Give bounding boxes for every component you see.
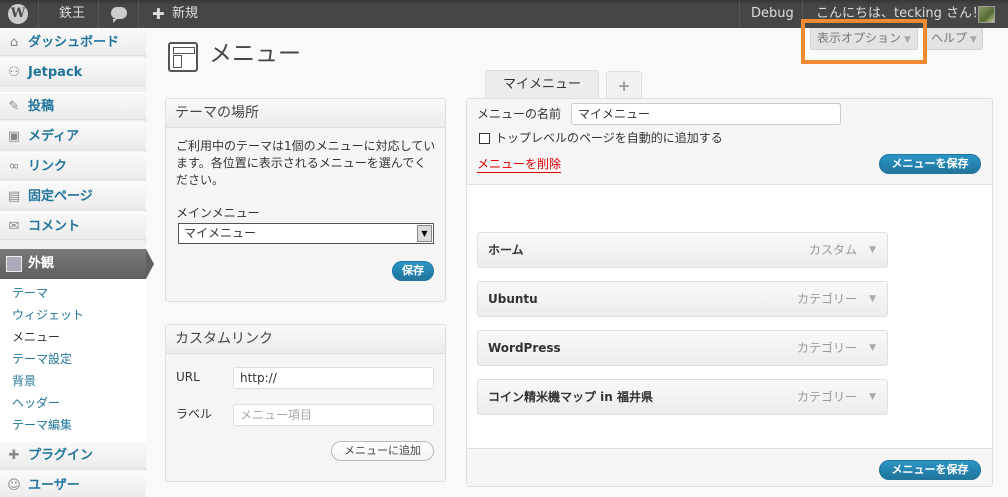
- page-title: メニュー: [209, 41, 301, 67]
- sidebar-item-users[interactable]: ☺ ユーザー: [0, 471, 146, 497]
- sidebar-item-jetpack[interactable]: ⚇ Jetpack: [0, 58, 146, 86]
- menu-item-title: ホーム: [488, 243, 524, 257]
- comment-icon: ✉: [8, 219, 20, 234]
- sidebar-item-label: 外観: [28, 256, 55, 271]
- theme-location-description-3: ださい。: [176, 173, 225, 187]
- site-name-link[interactable]: 鉄王: [59, 0, 85, 28]
- sidebar-item-plugins[interactable]: ✚ プラグイン: [0, 441, 146, 469]
- submenu-item-menus[interactable]: メニュー: [12, 327, 60, 347]
- sidebar-item-label: ユーザー: [28, 478, 80, 493]
- menu-item[interactable]: コイン精米機マップ in 福井県 カテゴリー ▼: [477, 379, 888, 415]
- add-menu-tab[interactable]: +: [606, 71, 642, 100]
- triangle-down-icon[interactable]: ▼: [869, 331, 876, 365]
- theme-location-description-1: ご利用中のテーマは1個のメニューに対応してい: [176, 139, 436, 153]
- appearance-icon: [6, 256, 22, 272]
- user-icon: ☺: [7, 478, 21, 493]
- plus-icon: ✚: [152, 5, 165, 23]
- sidebar-item-label: ダッシュボード: [28, 35, 120, 50]
- link-label-label: ラベル: [176, 407, 213, 421]
- sidebar-item-dashboard[interactable]: ⌂ ダッシュボード: [0, 28, 146, 56]
- wordpress-logo-icon[interactable]: W: [8, 4, 28, 24]
- submenu-item-theme-editor[interactable]: テーマ編集: [12, 415, 72, 435]
- sidebar-item-appearance[interactable]: 外観: [0, 249, 154, 279]
- help-label: ヘルプ: [931, 31, 968, 45]
- avatar[interactable]: [978, 6, 995, 23]
- menu-separator: [0, 243, 146, 248]
- submenu-item-header[interactable]: ヘッダー: [12, 393, 60, 413]
- menu-name-input[interactable]: マイメニュー: [571, 103, 841, 125]
- menu-name-label: メニューの名前: [477, 107, 562, 121]
- pin-icon: ✎: [8, 99, 20, 114]
- save-menu-button-top[interactable]: メニューを保存: [879, 154, 981, 174]
- menu-item[interactable]: ホーム カスタム ▼: [477, 232, 888, 268]
- page-icon: ▤: [7, 189, 21, 204]
- menu-item-type: カテゴリー: [796, 390, 857, 404]
- adminbar-separator: [38, 0, 39, 28]
- debug-link[interactable]: Debug: [751, 0, 794, 28]
- sidebar-item-label: プラグイン: [28, 448, 94, 463]
- comments-bubble-icon[interactable]: [111, 7, 127, 23]
- triangle-down-icon[interactable]: ▼: [869, 282, 876, 316]
- menus-page-icon: [168, 42, 198, 72]
- submenu-item-theme-settings[interactable]: テーマ設定: [12, 349, 72, 369]
- adminbar-separator: [98, 0, 99, 28]
- sidebar-item-label: Jetpack: [28, 65, 83, 80]
- sidebar-item-media[interactable]: ▣ メディア: [0, 122, 146, 150]
- link-label-input[interactable]: メニュー項目: [233, 404, 434, 426]
- theme-location-description-2: ます。各位置に表示されるメニューを選んでく: [176, 156, 427, 170]
- url-label: URL: [176, 370, 200, 384]
- menu-item-title: コイン精米機マップ in 福井県: [488, 390, 654, 404]
- home-icon: ⌂: [9, 35, 19, 50]
- auto-add-pages-label: トップレベルのページを自動的に追加する: [495, 131, 723, 145]
- save-location-button[interactable]: 保存: [392, 261, 434, 281]
- save-menu-button-bottom[interactable]: メニューを保存: [879, 460, 981, 480]
- delete-menu-link[interactable]: メニューを削除: [477, 157, 562, 173]
- jetpack-icon: ⚇: [8, 65, 20, 80]
- menu-item[interactable]: Ubuntu カテゴリー ▼: [477, 281, 888, 317]
- tab-my-menu[interactable]: マイメニュー: [485, 70, 599, 99]
- link-icon: ∞: [8, 159, 20, 174]
- submenu-item-themes[interactable]: テーマ: [12, 283, 48, 303]
- sidebar-item-label: 固定ページ: [28, 189, 93, 204]
- menu-item-title: Ubuntu: [488, 292, 538, 306]
- media-icon: ▣: [7, 129, 21, 144]
- adminbar-separator: [739, 0, 740, 28]
- screen-options-highlight: [801, 19, 927, 64]
- sidebar-item-posts[interactable]: ✎ 投稿: [0, 92, 146, 120]
- appearance-submenu: テーマ ウィジェット メニュー テーマ設定 背景 ヘッダー テーマ編集: [0, 279, 146, 443]
- menu-item[interactable]: WordPress カテゴリー ▼: [477, 330, 888, 366]
- sidebar-item-label: コメント: [28, 219, 81, 234]
- auto-add-pages-checkbox[interactable]: [479, 133, 490, 144]
- add-to-menu-button[interactable]: メニューに追加: [331, 441, 434, 461]
- adminbar-separator: [138, 0, 139, 28]
- menu-item-type: カテゴリー: [796, 341, 857, 355]
- triangle-down-icon: ▼: [970, 35, 977, 45]
- main-menu-selected-value: マイメニュー: [184, 226, 257, 240]
- menu-item-title: WordPress: [488, 341, 561, 355]
- sidebar-item-label: メディア: [28, 129, 80, 144]
- main-menu-select[interactable]: マイメニュー ▼: [178, 223, 434, 244]
- sidebar-item-label: リンク: [28, 159, 68, 174]
- plugin-icon: ✚: [8, 448, 20, 463]
- sidebar-item-links[interactable]: ∞ リンク: [0, 152, 146, 180]
- menu-item-type: カスタム: [808, 243, 857, 257]
- triangle-down-icon[interactable]: ▼: [869, 380, 876, 414]
- url-input[interactable]: http://: [233, 367, 434, 389]
- theme-location-title: テーマの場所: [166, 99, 445, 128]
- new-content-link[interactable]: 新規: [172, 0, 198, 28]
- admin-sidebar: ⌂ ダッシュボード ⚇ Jetpack ✎ 投稿 ▣ メディア ∞ リンク ▤ 固定ページ …: [0, 28, 154, 497]
- sidebar-item-pages[interactable]: ▤ 固定ページ: [0, 182, 146, 210]
- submenu-item-widgets[interactable]: ウィジェット: [12, 305, 84, 325]
- menu-item-type: カテゴリー: [796, 292, 857, 306]
- custom-link-title: カスタムリンク: [166, 325, 445, 354]
- sidebar-item-comments[interactable]: ✉ コメント: [0, 212, 146, 240]
- chevron-down-icon: ▼: [417, 225, 432, 242]
- submenu-item-background[interactable]: 背景: [12, 371, 36, 391]
- main-menu-label: メインメニュー: [176, 206, 260, 220]
- help-button[interactable]: ヘルプ ▼: [925, 28, 983, 50]
- sidebar-item-label: 投稿: [28, 99, 55, 114]
- triangle-down-icon[interactable]: ▼: [869, 233, 876, 267]
